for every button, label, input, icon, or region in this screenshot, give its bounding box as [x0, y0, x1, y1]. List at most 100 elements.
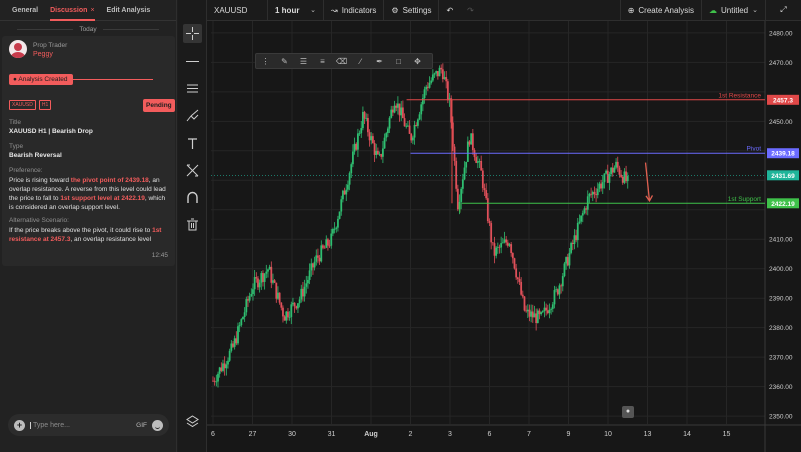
candle-body — [481, 170, 484, 189]
tab-discussion[interactable]: Discussion × — [50, 0, 95, 21]
candle-body — [377, 150, 379, 155]
candle-body — [312, 263, 314, 268]
text-icon[interactable] — [183, 134, 202, 153]
candle-body — [456, 188, 459, 210]
discussion-panel: General Discussion × Edit Analysis Today … — [0, 0, 177, 452]
candle-body — [370, 136, 373, 141]
brush-icon[interactable] — [183, 106, 202, 125]
candle-body — [483, 188, 486, 191]
candle-body — [480, 160, 483, 171]
candle-body — [388, 117, 391, 129]
interval-selector[interactable]: 1 hour ⌄ — [268, 0, 324, 21]
candle-body — [260, 273, 263, 283]
close-icon[interactable]: × — [90, 7, 94, 14]
lines-icon[interactable]: ☰ — [294, 57, 313, 66]
x-tick-label: 15 — [723, 431, 731, 438]
candle-body — [520, 281, 523, 295]
candle-body — [501, 242, 504, 244]
rectangle-icon[interactable]: □ — [389, 57, 408, 66]
candle-body — [228, 350, 231, 361]
gif-button[interactable]: GIF — [136, 422, 147, 429]
candle-body — [400, 107, 403, 116]
candle-body — [510, 244, 513, 254]
price-chart[interactable]: 1st Resistance 2457.3 Pivot 2439.18 1st Supp… — [207, 21, 801, 452]
candle-body — [526, 309, 529, 312]
emoji-icon[interactable] — [152, 419, 163, 431]
candle-body — [258, 282, 261, 288]
symbol-label: XAUUSD — [214, 5, 248, 15]
x-tick-label: 13 — [644, 431, 652, 438]
candle-body — [218, 367, 221, 374]
message-input[interactable]: Type here... — [30, 421, 136, 429]
y-tick-label: 2410.00 — [769, 237, 793, 244]
pen-icon[interactable]: ✒ — [370, 57, 389, 66]
candle-body — [470, 133, 473, 145]
fullscreen-button[interactable]: ⤢ — [765, 0, 801, 21]
candle-body — [355, 143, 358, 150]
candle-body — [348, 173, 351, 185]
candle-body — [335, 227, 338, 229]
ruler-icon[interactable]: ≡ — [313, 57, 332, 66]
candle-body — [237, 326, 239, 344]
candle-body — [287, 311, 289, 318]
crosshair-icon[interactable] — [183, 24, 202, 43]
candle-body — [297, 303, 299, 309]
pencil-icon[interactable]: ✎ — [275, 57, 294, 66]
trash-glyph — [187, 218, 198, 231]
divider — [17, 28, 74, 30]
eraser-icon[interactable]: ⌫ — [332, 57, 351, 66]
horizontal-line-glyph — [186, 61, 199, 62]
candle-body — [573, 235, 576, 244]
candle-body — [578, 221, 581, 223]
candle-body — [375, 150, 378, 155]
candle-body — [330, 233, 333, 246]
candle-body — [225, 364, 228, 369]
horizontal-line-icon[interactable] — [183, 52, 202, 71]
cross-icon[interactable]: ✥ — [408, 57, 427, 66]
chart-canvas[interactable]: 1st Resistance 2457.3 Pivot 2439.18 1st Supp… — [207, 21, 801, 452]
symbol-selector[interactable]: XAUUSD — [207, 0, 268, 21]
tab-general[interactable]: General — [12, 0, 38, 21]
tab-edit-analysis[interactable]: Edit Analysis — [107, 0, 151, 21]
redo-button[interactable]: ↷ — [460, 0, 481, 21]
candle-body — [262, 273, 264, 282]
undo-button[interactable]: ↶ — [439, 0, 460, 21]
avatar[interactable] — [9, 40, 27, 58]
candle-body — [380, 154, 383, 157]
candle-body — [305, 283, 308, 287]
indicators-button[interactable]: ↝ Indicators — [324, 0, 385, 21]
candle-body — [606, 170, 609, 183]
parallel-channel-icon[interactable] — [183, 79, 202, 98]
magnet-icon[interactable] — [183, 188, 202, 207]
candle-body — [440, 67, 443, 70]
cloud-icon: ☁ — [709, 5, 717, 15]
analysis-type-block: Type Bearish Reversal — [9, 143, 171, 159]
pattern-icon[interactable] — [183, 161, 202, 180]
candle-body — [421, 98, 424, 105]
candle-body — [601, 182, 604, 189]
layout-selector[interactable]: ☁ Untitled ⌄ — [701, 0, 765, 21]
candle-body — [525, 310, 528, 312]
candle-body — [475, 157, 478, 163]
plus-icon[interactable]: + — [14, 419, 25, 431]
line-tool-icon[interactable]: ∕ — [351, 57, 370, 66]
candle-body — [436, 71, 439, 77]
candle-body — [545, 307, 548, 311]
trash-icon[interactable] — [183, 215, 202, 234]
candle-body — [252, 289, 254, 295]
layers-icon[interactable] — [183, 412, 202, 431]
candle-body — [340, 199, 343, 212]
candle-body — [620, 174, 622, 177]
candle-body — [320, 245, 323, 262]
candle-body — [471, 133, 474, 151]
candle-body — [360, 128, 363, 134]
drag-handle-icon[interactable]: ⋮ — [256, 57, 275, 66]
candle-body — [598, 183, 601, 189]
sender-name[interactable]: Peggy — [33, 51, 67, 58]
candle-body — [403, 118, 406, 127]
create-analysis-button[interactable]: ⊕ Create Analysis — [619, 0, 701, 21]
level-price: 2439.18 — [771, 151, 795, 158]
idea-icon[interactable]: ● — [622, 406, 634, 418]
settings-button[interactable]: ⚙ Settings — [384, 0, 440, 21]
candle-body — [390, 109, 393, 118]
